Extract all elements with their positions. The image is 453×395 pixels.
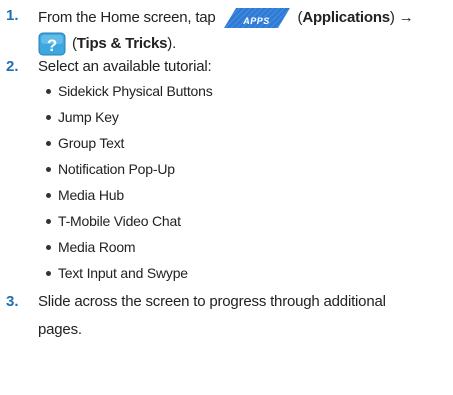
bullet-icon xyxy=(46,167,51,172)
step-text: From the Home screen, tap xyxy=(38,8,216,26)
step-text: Select an available tutorial: xyxy=(38,58,212,75)
tutorial-label: Notification Pop-Up xyxy=(58,161,175,177)
apps-button-icon: APPS xyxy=(223,6,290,30)
applications-label: Applications xyxy=(302,8,390,26)
bullet-icon xyxy=(46,141,51,146)
instructions-page: 1. From the Home screen, tap APPS (Appli… xyxy=(0,0,453,395)
step-text-line-2: pages. xyxy=(38,321,82,338)
list-item: T-Mobile Video Chat xyxy=(46,208,446,234)
bullet-icon xyxy=(46,271,51,276)
tutorial-label: Media Room xyxy=(58,239,136,255)
step-number: 1. xyxy=(6,7,19,24)
bullet-icon xyxy=(46,193,51,198)
list-item: Media Room xyxy=(46,234,446,260)
step-2: 2. Select an available tutorial: xyxy=(0,57,453,77)
tutorial-label: Group Text xyxy=(58,135,125,151)
step-1: 1. From the Home screen, tap APPS (Appli… xyxy=(0,4,453,56)
step-number: 3. xyxy=(6,293,19,310)
paren: ) xyxy=(389,8,395,26)
tutorial-list: Sidekick Physical Buttons Jump Key Group… xyxy=(46,78,446,286)
list-item: Text Input and Swype xyxy=(46,260,446,286)
step-number: 2. xyxy=(6,58,19,75)
paren-period: ). xyxy=(167,34,177,52)
list-item: Group Text xyxy=(46,130,446,156)
tutorial-label: Jump Key xyxy=(58,109,119,125)
apps-button-label: APPS xyxy=(243,16,270,26)
bullet-icon xyxy=(46,219,51,224)
tutorial-label: Text Input and Swype xyxy=(58,265,188,281)
bullet-icon xyxy=(46,245,51,250)
step-text-line-1: Slide across the screen to progress thro… xyxy=(38,293,386,310)
tutorial-label: Sidekick Physical Buttons xyxy=(58,83,213,99)
step-3: 3. Slide across the screen to progress t… xyxy=(0,292,453,352)
tips-label: Tips & Tricks xyxy=(76,34,168,52)
list-item: Media Hub xyxy=(46,182,446,208)
step-1-line-1: From the Home screen, tap APPS (Applicat… xyxy=(38,6,443,30)
step-1-line-2: ? (Tips & Tricks). xyxy=(38,32,443,56)
bullet-icon xyxy=(46,115,51,120)
arrow-icon: → xyxy=(398,8,414,26)
tips-and-tricks-icon: ? xyxy=(38,32,66,56)
svg-text:?: ? xyxy=(47,36,57,55)
bullet-icon xyxy=(46,89,51,94)
tutorial-label: T-Mobile Video Chat xyxy=(58,213,181,229)
list-item: Sidekick Physical Buttons xyxy=(46,78,446,104)
tutorial-label: Media Hub xyxy=(58,187,124,203)
list-item: Jump Key xyxy=(46,104,446,130)
list-item: Notification Pop-Up xyxy=(46,156,446,182)
